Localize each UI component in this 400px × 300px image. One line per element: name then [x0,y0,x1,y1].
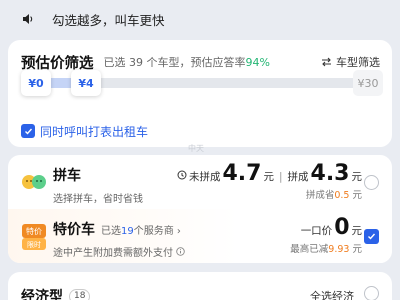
economy-count: 18 [69,288,91,300]
check-icon [24,128,32,135]
economy-title: 经济型 [21,289,63,300]
slider-max-handle[interactable]: ¥4 [71,70,101,96]
car-option-carpool[interactable]: 拼车 选择拼车，省时省钱 未拼成 4.7 元 | 拼成 4.3 元 拼成省0.5… [8,155,392,209]
clock-icon [177,170,187,180]
car-option-special[interactable]: 特价 限时 特价车 已选19个服务商 › 途中产生附加费需额外支付 一口价 0 … [8,209,392,263]
car-desc: 途中产生附加费需额外支付 [53,244,185,259]
car-desc: 选择拼车，省时省钱 [53,194,143,205]
car-name: 特价车 [53,222,95,238]
carpool-price: 未拼成 4.7 元 | 拼成 4.3 元 拼成省0.5 元 [177,161,362,201]
economy-card: 经济型 18 全选经济 [8,272,392,300]
price-fixed: 0 [334,215,350,240]
info-icon[interactable] [176,247,185,256]
swap-icon [322,57,331,67]
taxi-checkbox[interactable] [21,124,35,138]
slider-end-label: ¥30 [353,70,383,96]
tip-bar: 勾选越多，叫车更快 [0,0,400,38]
selected-summary: 已选 39 个车型，预估应答率94% [103,56,270,69]
taxi-checkbox-label: 同时呼叫打表出租车 [40,124,149,139]
select-all-economy[interactable]: 全选经济 [310,288,354,300]
economy-radio[interactable] [364,286,379,300]
price-filter-card: 预估价筛选 已选 39 个车型，预估应答率94% 车型筛选 ¥0 ¥4 ¥30 … [8,40,392,147]
speaker-icon [22,13,34,25]
car-name: 拼车 [53,168,81,184]
car-options-card: 拼车 选择拼车，省时省钱 未拼成 4.7 元 | 拼成 4.3 元 拼成省0.5… [8,155,392,263]
special-badge-icon: 特价 限时 [21,223,47,251]
special-price: 一口价 0 元 最高已减9.93 元 [290,215,362,255]
special-checkbox[interactable] [364,229,379,244]
answer-rate: 94% [245,56,270,69]
tip-text: 勾选越多，叫车更快 [52,12,165,28]
check-icon [368,233,376,240]
slider-min-handle[interactable]: ¥0 [21,70,51,96]
price-slider[interactable]: ¥0 ¥4 ¥30 [21,70,383,96]
carpool-icon [21,169,47,195]
price-shared: 4.3 [310,161,350,186]
service-count[interactable]: 已选19个服务商 › [101,222,181,237]
taxi-checkbox-row[interactable]: 同时呼叫打表出租车 [21,122,148,140]
car-type-filter-button[interactable]: 车型筛选 [321,54,380,70]
price-unshared: 4.7 [222,161,262,186]
watermark: 中天 [188,144,204,153]
carpool-radio[interactable] [364,175,379,190]
